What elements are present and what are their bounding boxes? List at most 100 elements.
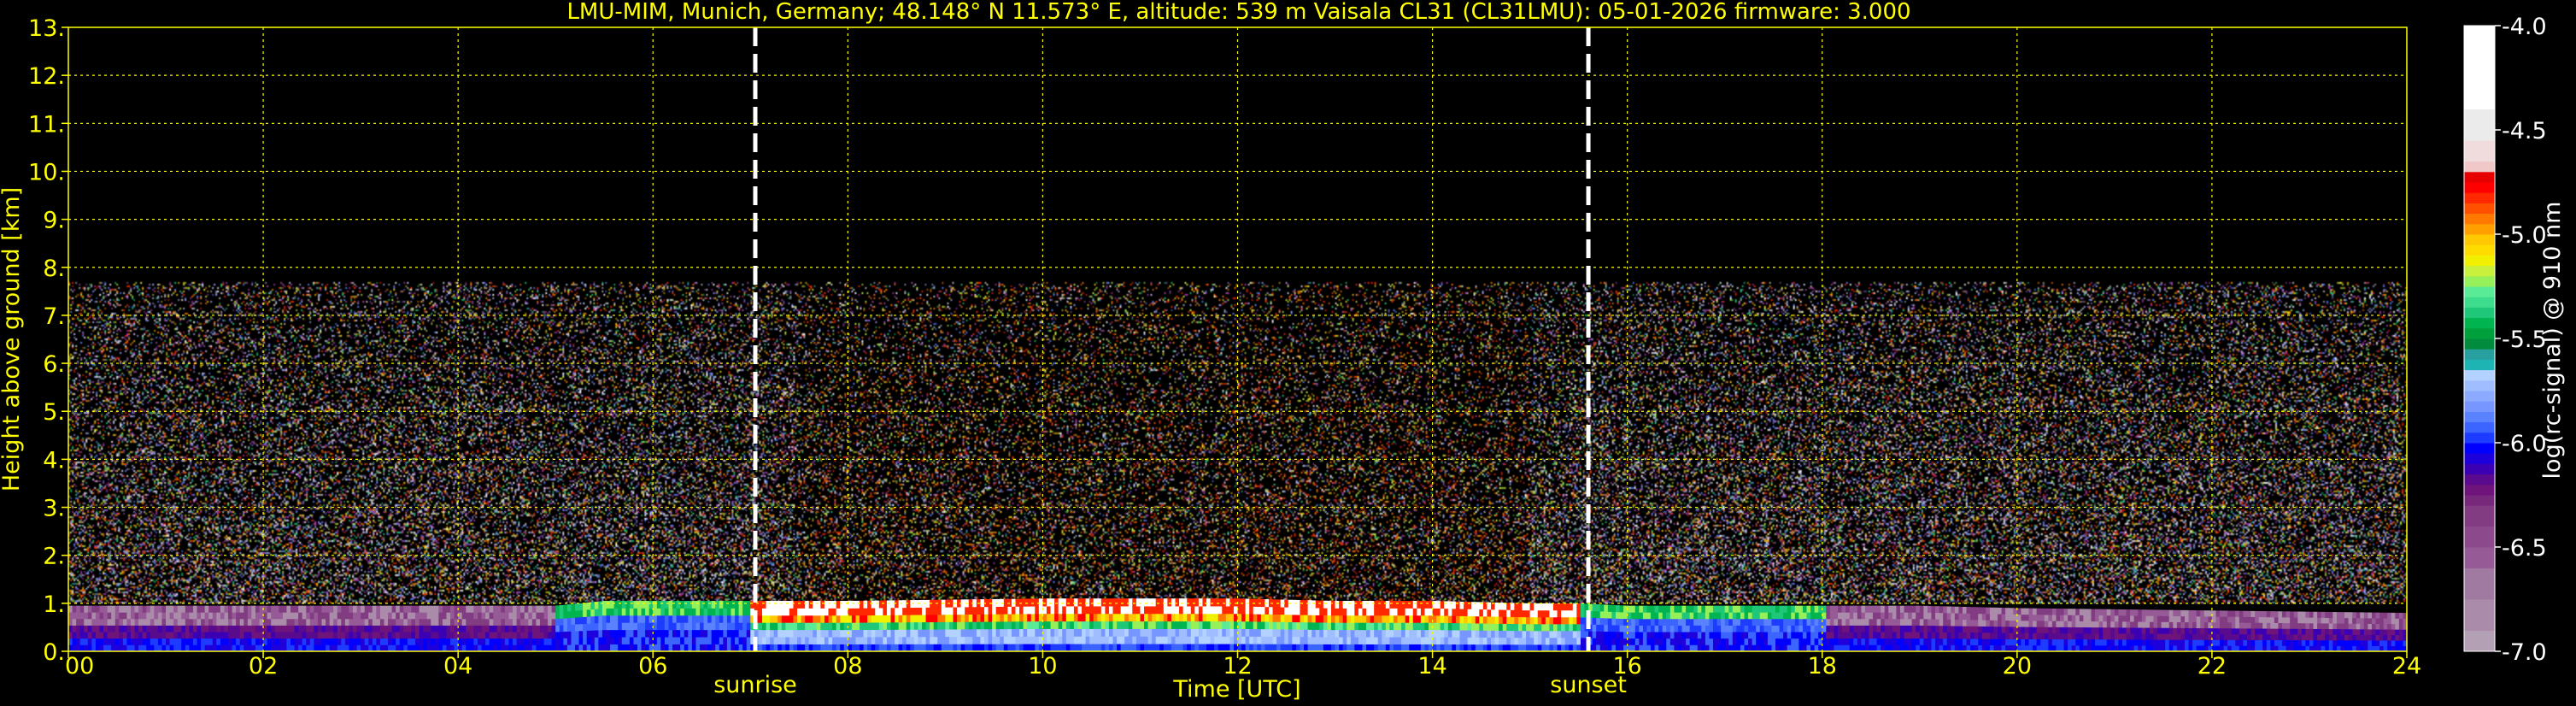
boundary-layer-cell: [1810, 625, 1816, 632]
boundary-layer-cell: [1951, 638, 1956, 645]
boundary-layer-cell: [731, 629, 736, 638]
boundary-layer-cell: [2173, 627, 2178, 634]
boundary-layer-cell: [2145, 633, 2151, 640]
boundary-layer-cell: [438, 638, 443, 645]
boundary-layer-cell: [2301, 628, 2306, 635]
boundary-layer-cell: [1541, 609, 1546, 618]
boundary-layer-cell: [2157, 615, 2162, 622]
boundary-layer-cell: [828, 644, 833, 652]
boundary-layer-cell: [1354, 622, 1359, 631]
boundary-layer-cell: [1007, 636, 1012, 644]
boundary-layer-cell: [232, 638, 237, 645]
boundary-layer-cell: [1112, 606, 1118, 615]
boundary-layer-cell: [372, 618, 377, 626]
boundary-layer-cell: [2114, 627, 2120, 634]
boundary-layer-cell: [1327, 644, 1332, 652]
boundary-layer-cell: [906, 636, 911, 644]
boundary-layer-cell: [777, 644, 783, 652]
boundary-layer-cell: [364, 605, 369, 613]
boundary-layer-cell: [890, 615, 895, 623]
boundary-layer-cell: [2161, 639, 2166, 646]
boundary-layer-cell: [660, 644, 666, 652]
boundary-layer-cell: [1713, 638, 1718, 645]
boundary-layer-cell: [1339, 622, 1344, 631]
boundary-layer-cell: [1740, 625, 1746, 632]
boundary-layer-cell: [2317, 628, 2322, 635]
boundary-layer-cell: [995, 628, 1000, 637]
boundary-layer-cell: [933, 614, 938, 622]
boundary-layer-cell: [1876, 625, 1881, 632]
boundary-layer-cell: [548, 625, 553, 632]
boundary-layer-cell: [228, 625, 233, 632]
boundary-layer-cell: [2130, 633, 2135, 640]
boundary-layer-cell: [2309, 634, 2315, 641]
boundary-layer-cell: [1534, 603, 1539, 611]
boundary-layer-cell: [902, 621, 907, 630]
boundary-layer-cell: [1604, 638, 1609, 645]
boundary-layer-cell: [247, 612, 252, 620]
boundary-layer-cell: [166, 632, 171, 639]
boundary-layer-cell: [1288, 614, 1293, 622]
boundary-layer-cell: [2282, 611, 2287, 618]
boundary-layer-cell: [197, 625, 202, 632]
x-tick-label: 02: [249, 653, 278, 680]
boundary-layer-cell: [1323, 637, 1329, 644]
boundary-layer-cell: [1499, 623, 1504, 631]
boundary-layer-cell: [836, 622, 841, 631]
boundary-layer-cell: [228, 638, 233, 645]
boundary-layer-cell: [1108, 621, 1114, 629]
boundary-layer-cell: [1288, 629, 1293, 638]
boundary-layer-cell: [1799, 632, 1804, 639]
boundary-layer-cell: [1654, 612, 1659, 620]
boundary-layer-cell: [983, 621, 989, 630]
boundary-layer-cell: [668, 608, 673, 616]
boundary-layer-cell: [1487, 623, 1492, 631]
boundary-layer-cell: [2048, 608, 2053, 615]
boundary-layer-cell: [1268, 636, 1274, 644]
boundary-layer-cell: [1724, 612, 1729, 620]
boundary-layer-cell: [660, 601, 666, 609]
colorbar-segment: [2464, 599, 2495, 632]
boundary-layer-cell: [1135, 628, 1141, 637]
boundary-layer-cell: [1120, 636, 1125, 644]
boundary-layer-cell: [2001, 626, 2006, 633]
boundary-layer-cell: [566, 644, 572, 652]
boundary-layer-cell: [707, 622, 713, 631]
boundary-layer-cell: [138, 605, 144, 613]
boundary-layer-cell: [1417, 622, 1422, 631]
boundary-layer-cell: [2188, 639, 2193, 646]
boundary-layer-cell: [590, 615, 596, 624]
boundary-layer-cell: [937, 636, 942, 644]
boundary-layer-cell: [76, 612, 81, 620]
boundary-layer-cell: [2118, 627, 2123, 634]
colorbar-segment: [2464, 463, 2495, 475]
boundary-layer-cell: [103, 632, 109, 639]
boundary-layer-cell: [2325, 634, 2330, 641]
boundary-layer-cell: [2239, 622, 2244, 629]
boundary-layer-cell: [469, 632, 475, 639]
boundary-layer-cell: [691, 637, 697, 644]
boundary-layer-cell: [664, 615, 670, 623]
boundary-layer-cell: [212, 625, 217, 632]
boundary-layer-cell: [434, 618, 439, 626]
boundary-layer-cell: [1791, 644, 1796, 652]
boundary-layer-cell: [1911, 605, 1916, 613]
boundary-layer-cell: [1112, 621, 1118, 629]
boundary-layer-cell: [134, 644, 139, 652]
boundary-layer-cell: [1989, 607, 1995, 615]
boundary-layer-cell: [625, 601, 631, 609]
boundary-layer-cell: [2348, 634, 2353, 641]
boundary-layer-cell: [1861, 605, 1866, 613]
boundary-layer-cell: [2188, 633, 2193, 640]
boundary-layer-cell: [1487, 616, 1492, 624]
boundary-layer-cell: [1311, 629, 1317, 638]
boundary-layer-cell: [1962, 606, 1968, 614]
boundary-layer-cell: [968, 636, 973, 644]
boundary-layer-cell: [224, 625, 229, 632]
boundary-layer-cell: [1257, 644, 1262, 652]
boundary-layer-cell: [1970, 644, 1975, 652]
boundary-layer-cell: [1455, 630, 1461, 638]
boundary-layer-cell: [1206, 628, 1212, 637]
boundary-layer-cell: [2091, 609, 2096, 616]
boundary-layer-cell: [1077, 636, 1083, 644]
